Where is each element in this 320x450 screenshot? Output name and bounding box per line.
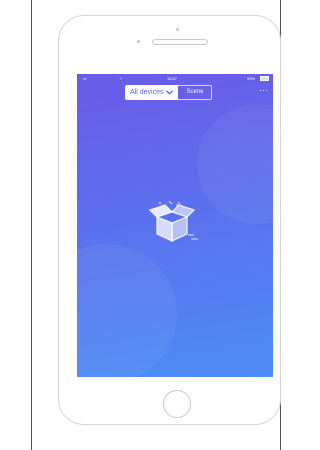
home-button[interactable] [163, 390, 191, 418]
background-circle [77, 244, 177, 377]
battery-text: 99% [247, 76, 256, 81]
wifi-icon: ⌔ [119, 76, 123, 81]
device-scene-tabs: All devices Scene [125, 85, 213, 100]
empty-box-icon [148, 201, 198, 243]
phone-mockup: •ıl ⌔ 15:57 99% All devices Scene ··· [58, 15, 281, 425]
tab-all-devices[interactable]: All devices [125, 85, 179, 100]
tab-scene-label: Scene [186, 89, 204, 95]
status-time: 15:57 [167, 76, 178, 81]
app-screen: •ıl ⌔ 15:57 99% All devices Scene ··· [77, 74, 273, 377]
more-options-button[interactable]: ··· [259, 85, 268, 95]
signal-indicator: •ıl [83, 76, 87, 81]
chevron-down-icon [166, 90, 174, 95]
battery-icon [260, 76, 269, 81]
tab-all-devices-label: All devices [130, 89, 164, 96]
left-frame-line [31, 0, 32, 450]
camera [176, 28, 179, 31]
speaker [152, 39, 208, 45]
background-circle [197, 104, 273, 224]
status-bar: •ıl ⌔ 15:57 99% [77, 74, 273, 82]
sensor [137, 40, 140, 43]
tab-scene[interactable]: Scene [178, 85, 213, 100]
